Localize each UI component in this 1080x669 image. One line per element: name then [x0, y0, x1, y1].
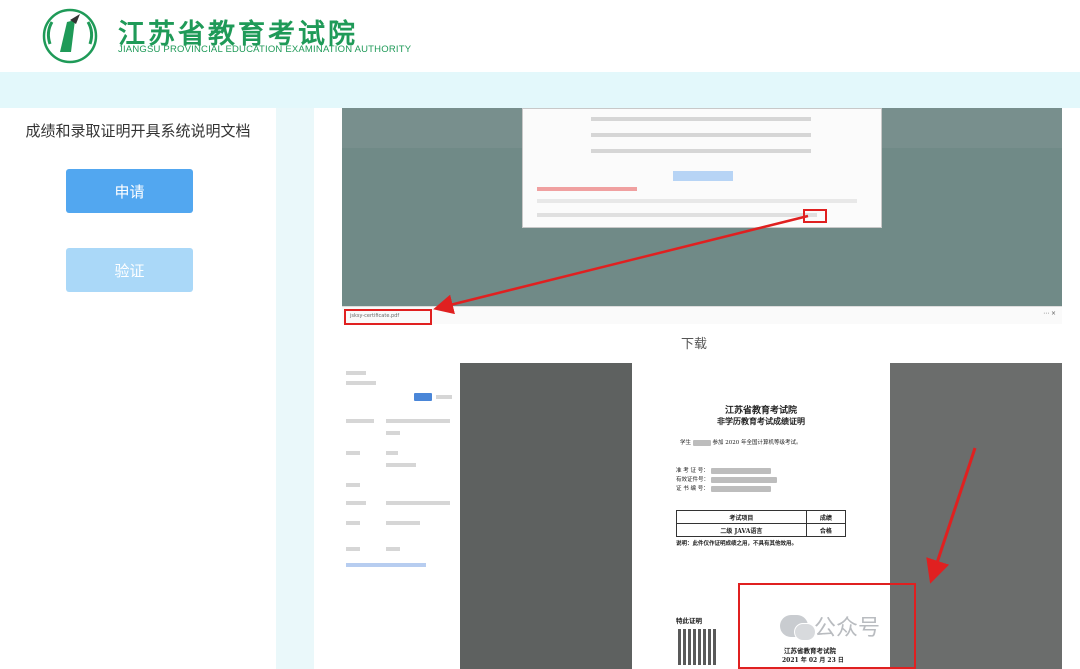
- student-exam-line: 参加 2020 年全国计算机等级考试。: [712, 440, 802, 446]
- field-certificate-number: 证 书 编 号：: [676, 486, 709, 492]
- wechat-icon: [780, 615, 816, 641]
- jseea-logo-icon: [42, 8, 98, 64]
- browser-download-bar: jsksy-certificate.pdf ⋯ ×: [342, 306, 1062, 325]
- apply-button[interactable]: 申请: [66, 169, 193, 213]
- certificate-note: 说明：此件仅作证明成绩之用，不具有其他效用。: [676, 541, 798, 547]
- sidebar: 成绩和录取证明开具系统说明文档 申请 验证: [0, 108, 276, 669]
- wechat-watermark: 公众号: [780, 610, 880, 642]
- table-header-subject: 考试项目: [676, 510, 807, 524]
- print-confirm-button[interactable]: [414, 393, 432, 401]
- certificate-title: 非学历教育考试成绩证明: [717, 416, 805, 426]
- download-caption: 下载: [680, 337, 707, 352]
- downloaded-file[interactable]: jsksy-certificate.pdf: [344, 309, 432, 325]
- certificate-dialog: [522, 108, 882, 228]
- document-content: jsksy-certificate.pdf ⋯ × 下载 江苏省教育考试院 非学…: [314, 108, 1080, 669]
- print-preview-screenshot: 江苏省教育考试院 非学历教育考试成绩证明 学生 参加 2020 年全国计算机等级…: [460, 363, 1062, 669]
- field-ticket-number: 准 考 证 号：: [676, 468, 709, 474]
- print-settings-panel: [342, 363, 460, 669]
- site-header: 江苏省教育考试院 JIANGSU PROVINCIAL EDUCATION EX…: [0, 0, 1080, 72]
- watermark-text: 公众号: [814, 616, 881, 641]
- student-prefix: 学生: [680, 440, 692, 446]
- verify-button[interactable]: 验证: [66, 248, 193, 292]
- certificate-special: 特此证明: [676, 617, 702, 625]
- table-cell-subject: 二级 JAVA语言: [676, 523, 807, 537]
- field-id-number: 有效证件号：: [676, 477, 710, 483]
- table-cell-score: 合格: [805, 523, 847, 537]
- download-screenshot: [342, 108, 1062, 306]
- download-link-highlight: [803, 209, 827, 223]
- certificate-org: 江苏省教育考试院: [724, 406, 797, 416]
- header-band: [0, 72, 1080, 108]
- download-bar-right-label: ⋯ ×: [1043, 310, 1056, 317]
- sidebar-title[interactable]: 成绩和录取证明开具系统说明文档: [0, 120, 276, 141]
- logo-english-name: JIANGSU PROVINCIAL EDUCATION EXAMINATION…: [118, 44, 412, 55]
- table-header-score: 成绩: [805, 510, 847, 524]
- qr-code: [678, 629, 718, 665]
- score-table: 考试项目 成绩 二级 JAVA语言 合格: [676, 510, 847, 537]
